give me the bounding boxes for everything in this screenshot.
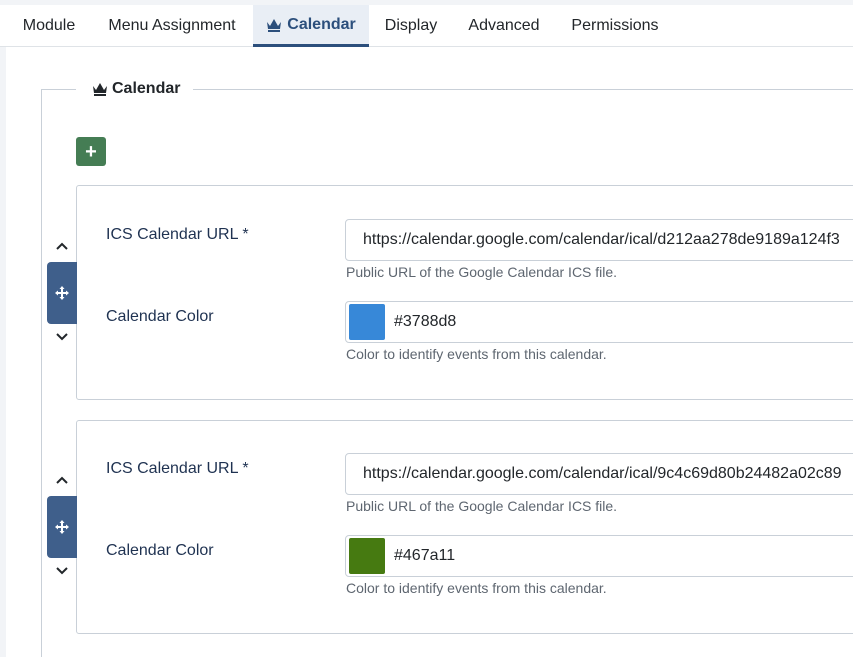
- calendar-color-label: Calendar Color: [106, 542, 214, 559]
- move-down-button[interactable]: [53, 563, 71, 579]
- plus-icon: +: [85, 140, 97, 163]
- tab-module[interactable]: Module: [8, 5, 90, 47]
- crown-icon: [266, 18, 282, 32]
- calendar-color-input[interactable]: #467a11: [345, 535, 853, 577]
- tab-display[interactable]: Display: [370, 5, 452, 47]
- tab-label: Module: [22, 17, 76, 34]
- drag-handle[interactable]: [47, 496, 77, 558]
- chevron-down-icon: [56, 567, 68, 575]
- color-value: #467a11: [394, 547, 456, 564]
- left-band: [0, 47, 6, 657]
- tab-label: Menu Assignment: [108, 17, 236, 34]
- calendar-item: [76, 185, 853, 400]
- legend-label: Calendar: [112, 80, 181, 97]
- calendar-color-input[interactable]: #3788d8: [345, 301, 853, 343]
- ics-url-help: Public URL of the Google Calendar ICS fi…: [346, 264, 618, 280]
- fieldset-border: [41, 89, 42, 657]
- tab-label: Display: [384, 17, 438, 34]
- add-calendar-button[interactable]: +: [76, 137, 106, 166]
- ics-url-label: ICS Calendar URL *: [106, 226, 249, 243]
- ics-url-help: Public URL of the Google Calendar ICS fi…: [346, 498, 618, 514]
- ics-url-label: ICS Calendar URL *: [106, 460, 249, 477]
- calendar-color-help: Color to identify events from this calen…: [346, 580, 607, 596]
- calendar-color-help: Color to identify events from this calen…: [346, 346, 607, 362]
- tab-label: Advanced: [468, 17, 540, 34]
- tab-label: Calendar: [287, 15, 356, 33]
- move-icon: [55, 520, 69, 534]
- color-swatch[interactable]: [349, 538, 385, 574]
- fieldset-border: [41, 89, 76, 90]
- tab-calendar[interactable]: Calendar: [253, 5, 369, 47]
- color-swatch[interactable]: [349, 304, 385, 340]
- tab-permissions[interactable]: Permissions: [556, 5, 674, 47]
- ics-url-input[interactable]: https://calendar.google.com/calendar/ica…: [345, 219, 853, 261]
- crown-icon: [92, 82, 108, 96]
- fieldset-legend: Calendar: [92, 79, 180, 99]
- move-icon: [55, 286, 69, 300]
- chevron-down-icon: [56, 333, 68, 341]
- chevron-up-icon: [56, 476, 68, 484]
- fieldset-border: [193, 89, 853, 90]
- color-value: #3788d8: [394, 313, 457, 330]
- drag-handle[interactable]: [47, 262, 77, 324]
- calendar-color-label: Calendar Color: [106, 308, 214, 325]
- tab-menu-assignment[interactable]: Menu Assignment: [92, 5, 252, 47]
- tab-bar: Module Menu Assignment Calendar Display …: [0, 5, 853, 47]
- tab-advanced[interactable]: Advanced: [454, 5, 554, 47]
- tab-label: Permissions: [571, 17, 659, 34]
- ics-url-input[interactable]: https://calendar.google.com/calendar/ica…: [345, 453, 853, 495]
- move-down-button[interactable]: [53, 329, 71, 345]
- chevron-up-icon: [56, 242, 68, 250]
- move-up-button[interactable]: [53, 238, 71, 254]
- move-up-button[interactable]: [53, 472, 71, 488]
